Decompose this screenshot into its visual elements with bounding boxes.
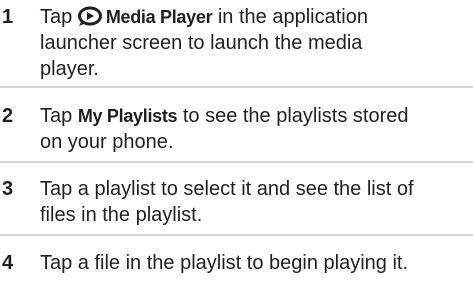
step-line: Tap a file in the playlist to begin play… — [40, 252, 408, 274]
step-prefix: Tap — [40, 6, 73, 28]
step-line: player. — [40, 58, 99, 80]
step-prefix: Tap — [40, 105, 73, 127]
step-line: on your phone. — [40, 131, 174, 153]
media-player-icon — [77, 6, 102, 26]
instruction-steps: 1 Tap Media Player in the application la… — [0, 0, 473, 282]
divider — [0, 86, 473, 88]
step-line-rest: to see the playlists stored — [182, 105, 409, 127]
step-line: Tap a playlist to select it and see the … — [40, 178, 414, 200]
step-line: Tap My Playlists to see the playlists st… — [40, 103, 466, 129]
step-text: Tap My Playlists to see the playlists st… — [40, 103, 466, 155]
divider — [0, 161, 473, 163]
step-text: Tap a file in the playlist to begin play… — [40, 250, 466, 276]
step-line: files in the playlist. — [40, 204, 203, 226]
my-playlists-label: My Playlists — [77, 106, 178, 126]
step-number: 1 — [2, 6, 14, 28]
step-text: Tap Media Player in the application laun… — [40, 4, 466, 82]
media-player-label: Media Player — [105, 7, 213, 27]
step-line: Tap Media Player in the application — [40, 4, 466, 30]
divider — [0, 234, 473, 236]
step-line: launcher screen to launch the media — [40, 32, 363, 54]
step-text: Tap a playlist to select it and see the … — [40, 176, 466, 228]
step-line-rest: in the application — [217, 6, 368, 28]
step-number: 2 — [2, 105, 14, 127]
step-number: 4 — [2, 252, 14, 274]
step-number: 3 — [2, 178, 14, 200]
